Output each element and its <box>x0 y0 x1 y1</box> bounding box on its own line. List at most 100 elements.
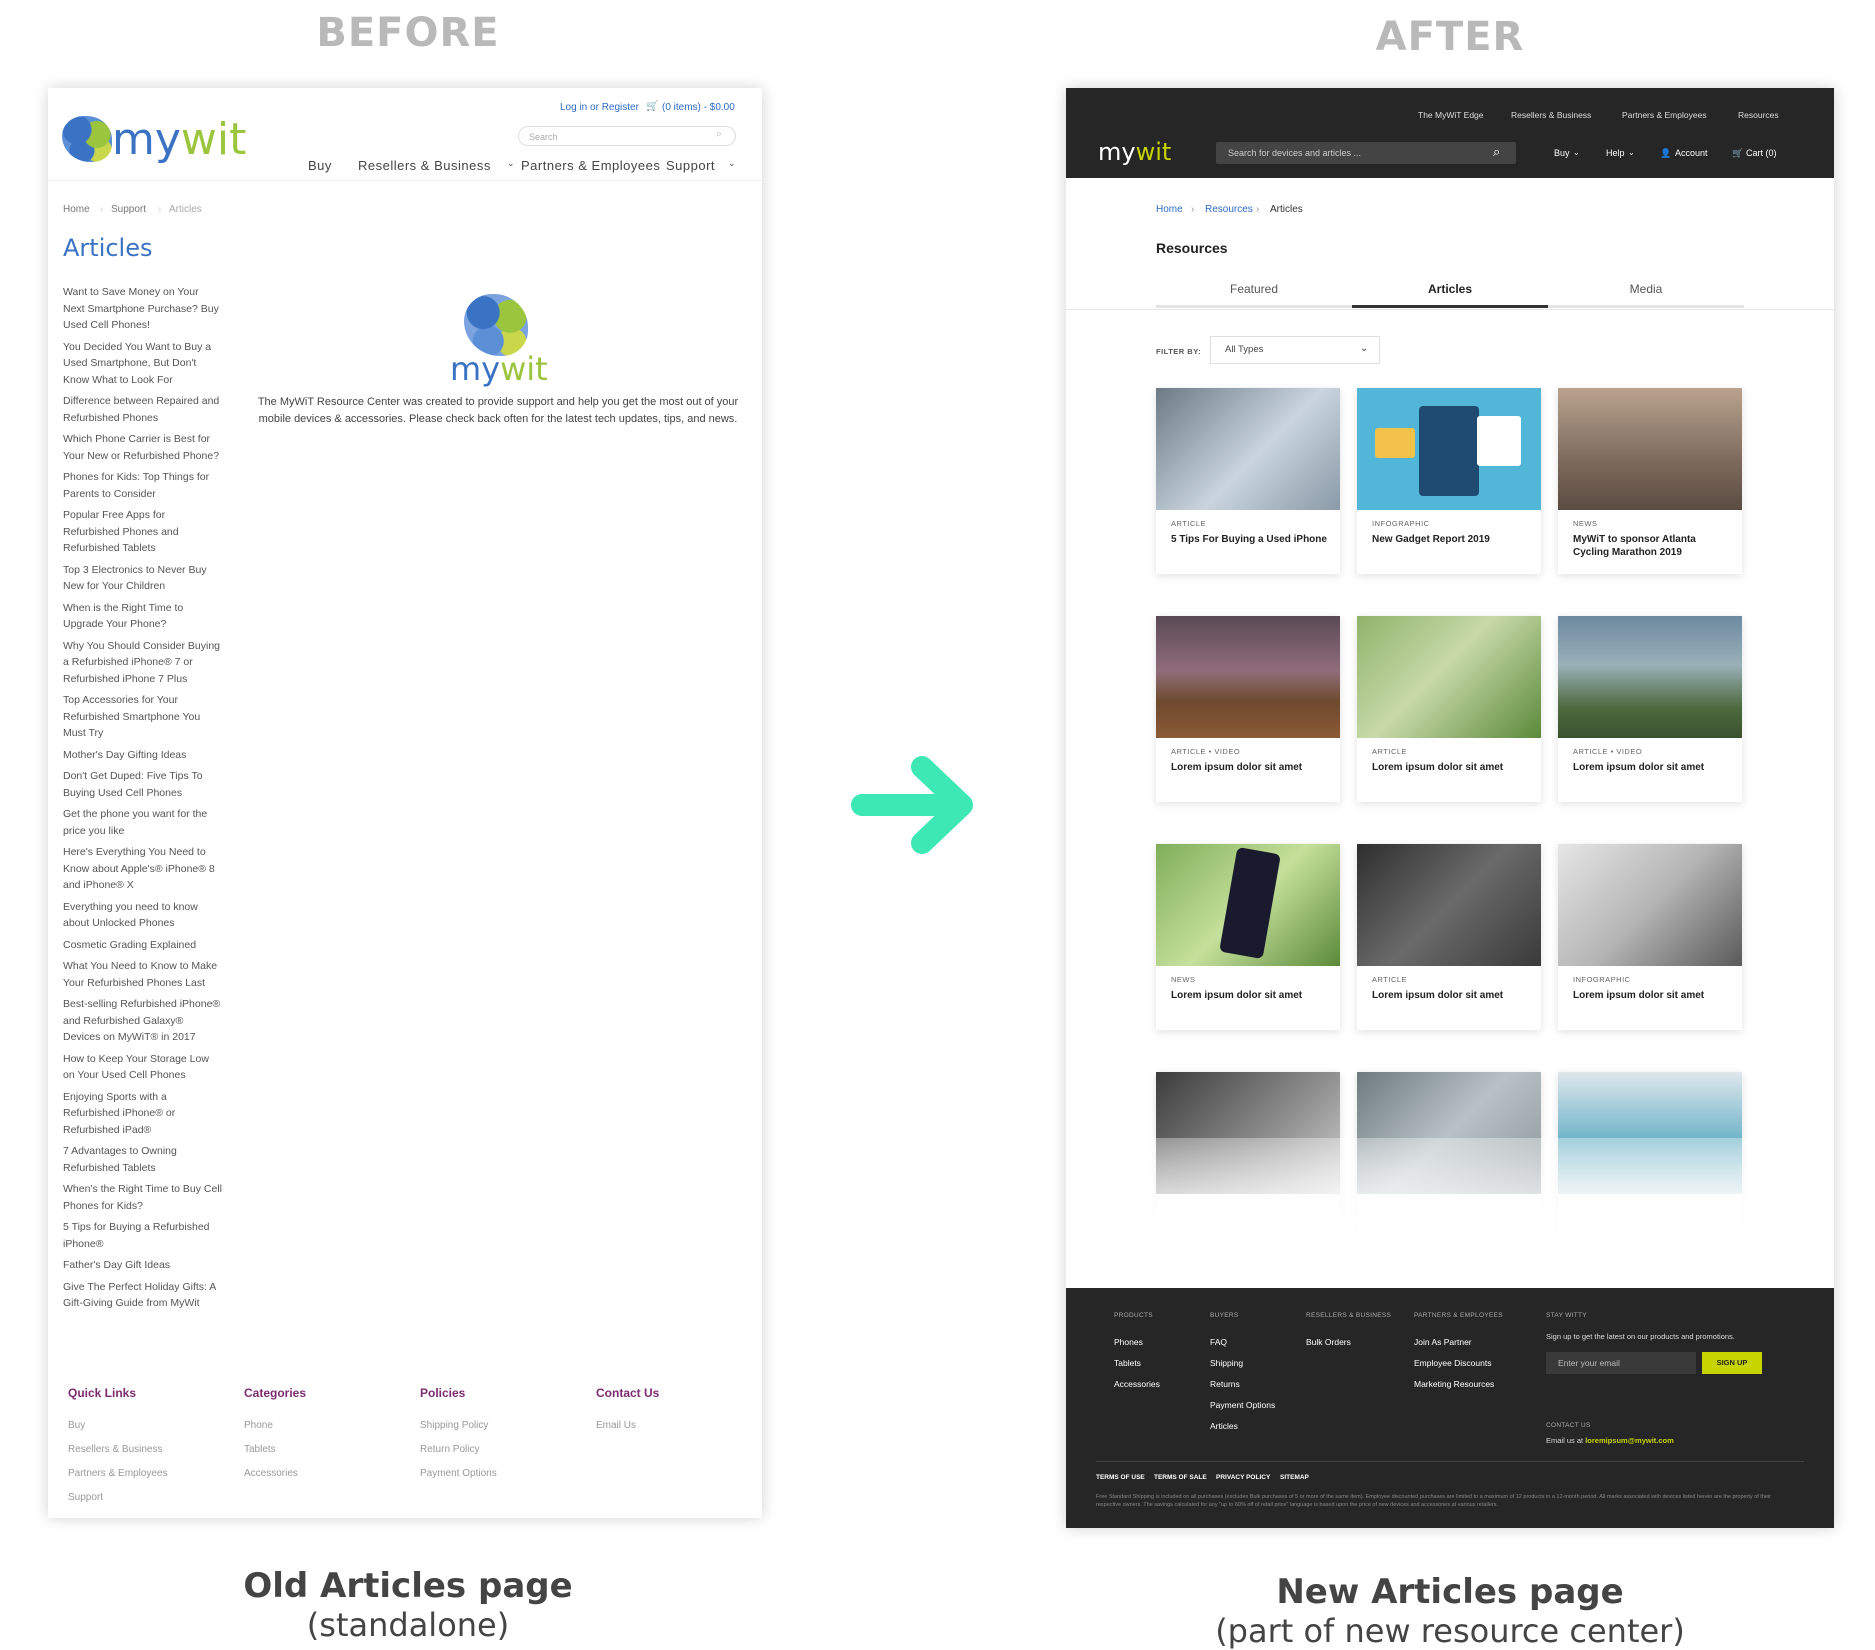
filter-type-select[interactable]: All Types <box>1210 336 1380 364</box>
article-link[interactable]: Enjoying Sports with a Refurbished iPhon… <box>63 1089 223 1139</box>
article-link[interactable]: Mother's Day Gifting Ideas <box>63 747 223 764</box>
old-logo[interactable]: mywit <box>112 114 246 165</box>
article-link[interactable]: Here's Everything You Need to Know about… <box>63 844 223 894</box>
util-nav-resources[interactable]: Resources <box>1738 110 1779 120</box>
breadcrumb-articles: Articles <box>169 204 202 215</box>
signup-button[interactable]: SIGN UP <box>1702 1352 1762 1374</box>
footer-link[interactable]: Shipping Policy <box>420 1414 497 1438</box>
nav-resellers-business[interactable]: Resellers & Business <box>358 158 491 173</box>
sitemap-link[interactable]: SITEMAP <box>1280 1474 1309 1481</box>
chevron-down-icon: ⌄ <box>507 158 516 168</box>
article-link[interactable]: Which Phone Carrier is Best for Your New… <box>63 431 223 464</box>
article-link[interactable]: Cosmetic Grading Explained <box>63 937 223 954</box>
article-card[interactable]: INFOGRAPHIC Lorem ipsum dolor sit amet <box>1558 844 1742 1030</box>
footer-link[interactable]: Accessories <box>1114 1374 1160 1395</box>
footer-link[interactable]: Phone <box>244 1414 298 1438</box>
article-link[interactable]: Top Accessories for Your Refurbished Sma… <box>63 692 223 742</box>
footer-link[interactable]: Buy <box>68 1414 168 1438</box>
util-nav-resellers[interactable]: Resellers & Business <box>1511 110 1591 120</box>
old-search-input[interactable]: Search <box>518 126 736 146</box>
footer-link[interactable]: Tablets <box>1114 1353 1160 1374</box>
article-card[interactable]: NEWS Lorem ipsum dolor sit amet <box>1156 844 1340 1030</box>
cart-summary[interactable]: (0 items) - $0.00 <box>662 102 735 113</box>
terms-of-sale-link[interactable]: TERMS OF SALE <box>1154 1474 1207 1481</box>
article-card[interactable]: NEWS MyWiT to sponsor Atlanta Cycling Ma… <box>1558 388 1742 574</box>
card-title: Lorem ipsum dolor sit amet <box>1573 990 1705 1001</box>
article-link[interactable]: Give The Perfect Holiday Gifts: A Gift-G… <box>63 1279 223 1312</box>
site-header <box>1066 88 1834 178</box>
login-register-link[interactable]: Log in or Register <box>560 102 639 113</box>
breadcrumb-support[interactable]: Support <box>111 204 146 215</box>
footer-link[interactable]: Articles <box>1210 1416 1275 1437</box>
privacy-policy-link[interactable]: PRIVACY POLICY <box>1216 1474 1270 1481</box>
article-link[interactable]: Best-selling Refurbished iPhone® and Ref… <box>63 996 223 1046</box>
article-link[interactable]: Top 3 Electronics to Never Buy New for Y… <box>63 562 223 595</box>
footer-link[interactable]: Return Policy <box>420 1438 497 1462</box>
nav-support[interactable]: Support <box>666 158 715 173</box>
article-link[interactable]: Phones for Kids: Top Things for Parents … <box>63 469 223 502</box>
nav-account[interactable]: Account <box>1675 148 1708 158</box>
article-card[interactable]: ARTICLE • VIDEO Lorem ipsum dolor sit am… <box>1558 616 1742 802</box>
nav-cart[interactable]: Cart (0) <box>1746 148 1777 158</box>
article-link[interactable]: Popular Free Apps for Refurbished Phones… <box>63 507 223 557</box>
breadcrumb-home[interactable]: Home <box>63 204 90 215</box>
footer-link[interactable]: Tablets <box>244 1438 298 1462</box>
new-search-input[interactable]: Search for devices and articles ... <box>1216 142 1516 164</box>
article-link[interactable]: 5 Tips for Buying a Refurbished iPhone® <box>63 1219 223 1252</box>
nav-partners-employees[interactable]: Partners & Employees <box>521 158 660 173</box>
breadcrumb-home[interactable]: Home <box>1156 204 1183 215</box>
util-nav-partners[interactable]: Partners & Employees <box>1622 110 1707 120</box>
nav-buy[interactable]: Buy <box>1554 148 1570 158</box>
article-link[interactable]: When is the Right Time to Upgrade Your P… <box>63 600 223 633</box>
article-link[interactable]: Everything you need to know about Unlock… <box>63 899 223 932</box>
search-icon[interactable]: ⌕ <box>716 128 722 141</box>
article-link[interactable]: You Decided You Want to Buy a Used Smart… <box>63 339 223 389</box>
cart-icon[interactable]: 🛒 <box>646 101 658 112</box>
footer-link[interactable]: Employee Discounts <box>1414 1353 1494 1374</box>
util-nav-edge[interactable]: The MyWiT Edge <box>1418 110 1484 120</box>
breadcrumb-resources[interactable]: Resources <box>1205 204 1253 215</box>
article-link[interactable]: Want to Save Money on Your Next Smartpho… <box>63 284 223 334</box>
article-link[interactable]: Don't Get Duped: Five Tips To Buying Use… <box>63 768 223 801</box>
footer-contact-email[interactable]: loremipsum@mywit.com <box>1585 1436 1674 1445</box>
footer-link[interactable]: Bulk Orders <box>1306 1332 1351 1353</box>
article-link[interactable]: What You Need to Know to Make Your Refur… <box>63 958 223 991</box>
article-link[interactable]: 7 Advantages to Owning Refurbished Table… <box>63 1143 223 1176</box>
terms-of-use-link[interactable]: TERMS OF USE <box>1096 1474 1145 1481</box>
article-card[interactable]: ARTICLE Lorem ipsum dolor sit amet <box>1357 616 1541 802</box>
nav-buy[interactable]: Buy <box>308 158 332 173</box>
search-icon[interactable]: ⌕ <box>1493 144 1500 160</box>
tab-featured[interactable]: Featured <box>1156 282 1352 308</box>
article-card[interactable]: ARTICLE Lorem ipsum dolor sit amet <box>1357 844 1541 1030</box>
article-link[interactable]: How to Keep Your Storage Low on Your Use… <box>63 1051 223 1084</box>
article-card[interactable]: ARTICLE 5 Tips For Buying a Used iPhone <box>1156 388 1340 574</box>
footer-link[interactable]: Resellers & Business <box>68 1438 168 1462</box>
article-link[interactable]: When's the Right Time to Buy Cell Phones… <box>63 1181 223 1214</box>
footer-link[interactable]: Accessories <box>244 1462 298 1486</box>
footer-link[interactable]: Join As Partner <box>1414 1332 1494 1353</box>
tab-articles[interactable]: Articles <box>1352 282 1548 308</box>
footer-link[interactable]: Payment Options <box>1210 1395 1275 1416</box>
article-link[interactable]: Get the phone you want for the price you… <box>63 806 223 839</box>
footer-email-input[interactable]: Enter your email <box>1546 1352 1696 1374</box>
card-image <box>1357 616 1541 738</box>
tab-media[interactable]: Media <box>1548 282 1744 308</box>
article-link[interactable]: Difference between Repaired and Refurbis… <box>63 393 223 426</box>
footer-link[interactable]: Payment Options <box>420 1462 497 1486</box>
footer-link[interactable]: FAQ <box>1210 1332 1275 1353</box>
article-link[interactable]: Father's Day Gift Ideas <box>63 1257 223 1274</box>
article-card[interactable]: ARTICLE • VIDEO Lorem ipsum dolor sit am… <box>1156 616 1340 802</box>
new-logo[interactable]: mywit <box>1098 138 1171 166</box>
footer-link[interactable]: Email Us <box>596 1414 636 1438</box>
footer-link[interactable]: Returns <box>1210 1374 1275 1395</box>
footer-link[interactable]: Partners & Employees <box>68 1462 168 1486</box>
card-category: ARTICLE • VIDEO <box>1573 747 1643 756</box>
footer-link[interactable]: Marketing Resources <box>1414 1374 1494 1395</box>
article-card[interactable]: INFOGRAPHIC New Gadget Report 2019 <box>1357 388 1541 574</box>
footer-link[interactable]: Shipping <box>1210 1353 1275 1374</box>
footer-link[interactable]: Phones <box>1114 1332 1160 1353</box>
nav-help[interactable]: Help <box>1606 148 1625 158</box>
article-link[interactable]: Why You Should Consider Buying a Refurbi… <box>63 638 223 688</box>
footer-link[interactable]: Support <box>68 1486 168 1510</box>
footer-policies: Shipping Policy Return Policy Payment Op… <box>420 1414 497 1486</box>
